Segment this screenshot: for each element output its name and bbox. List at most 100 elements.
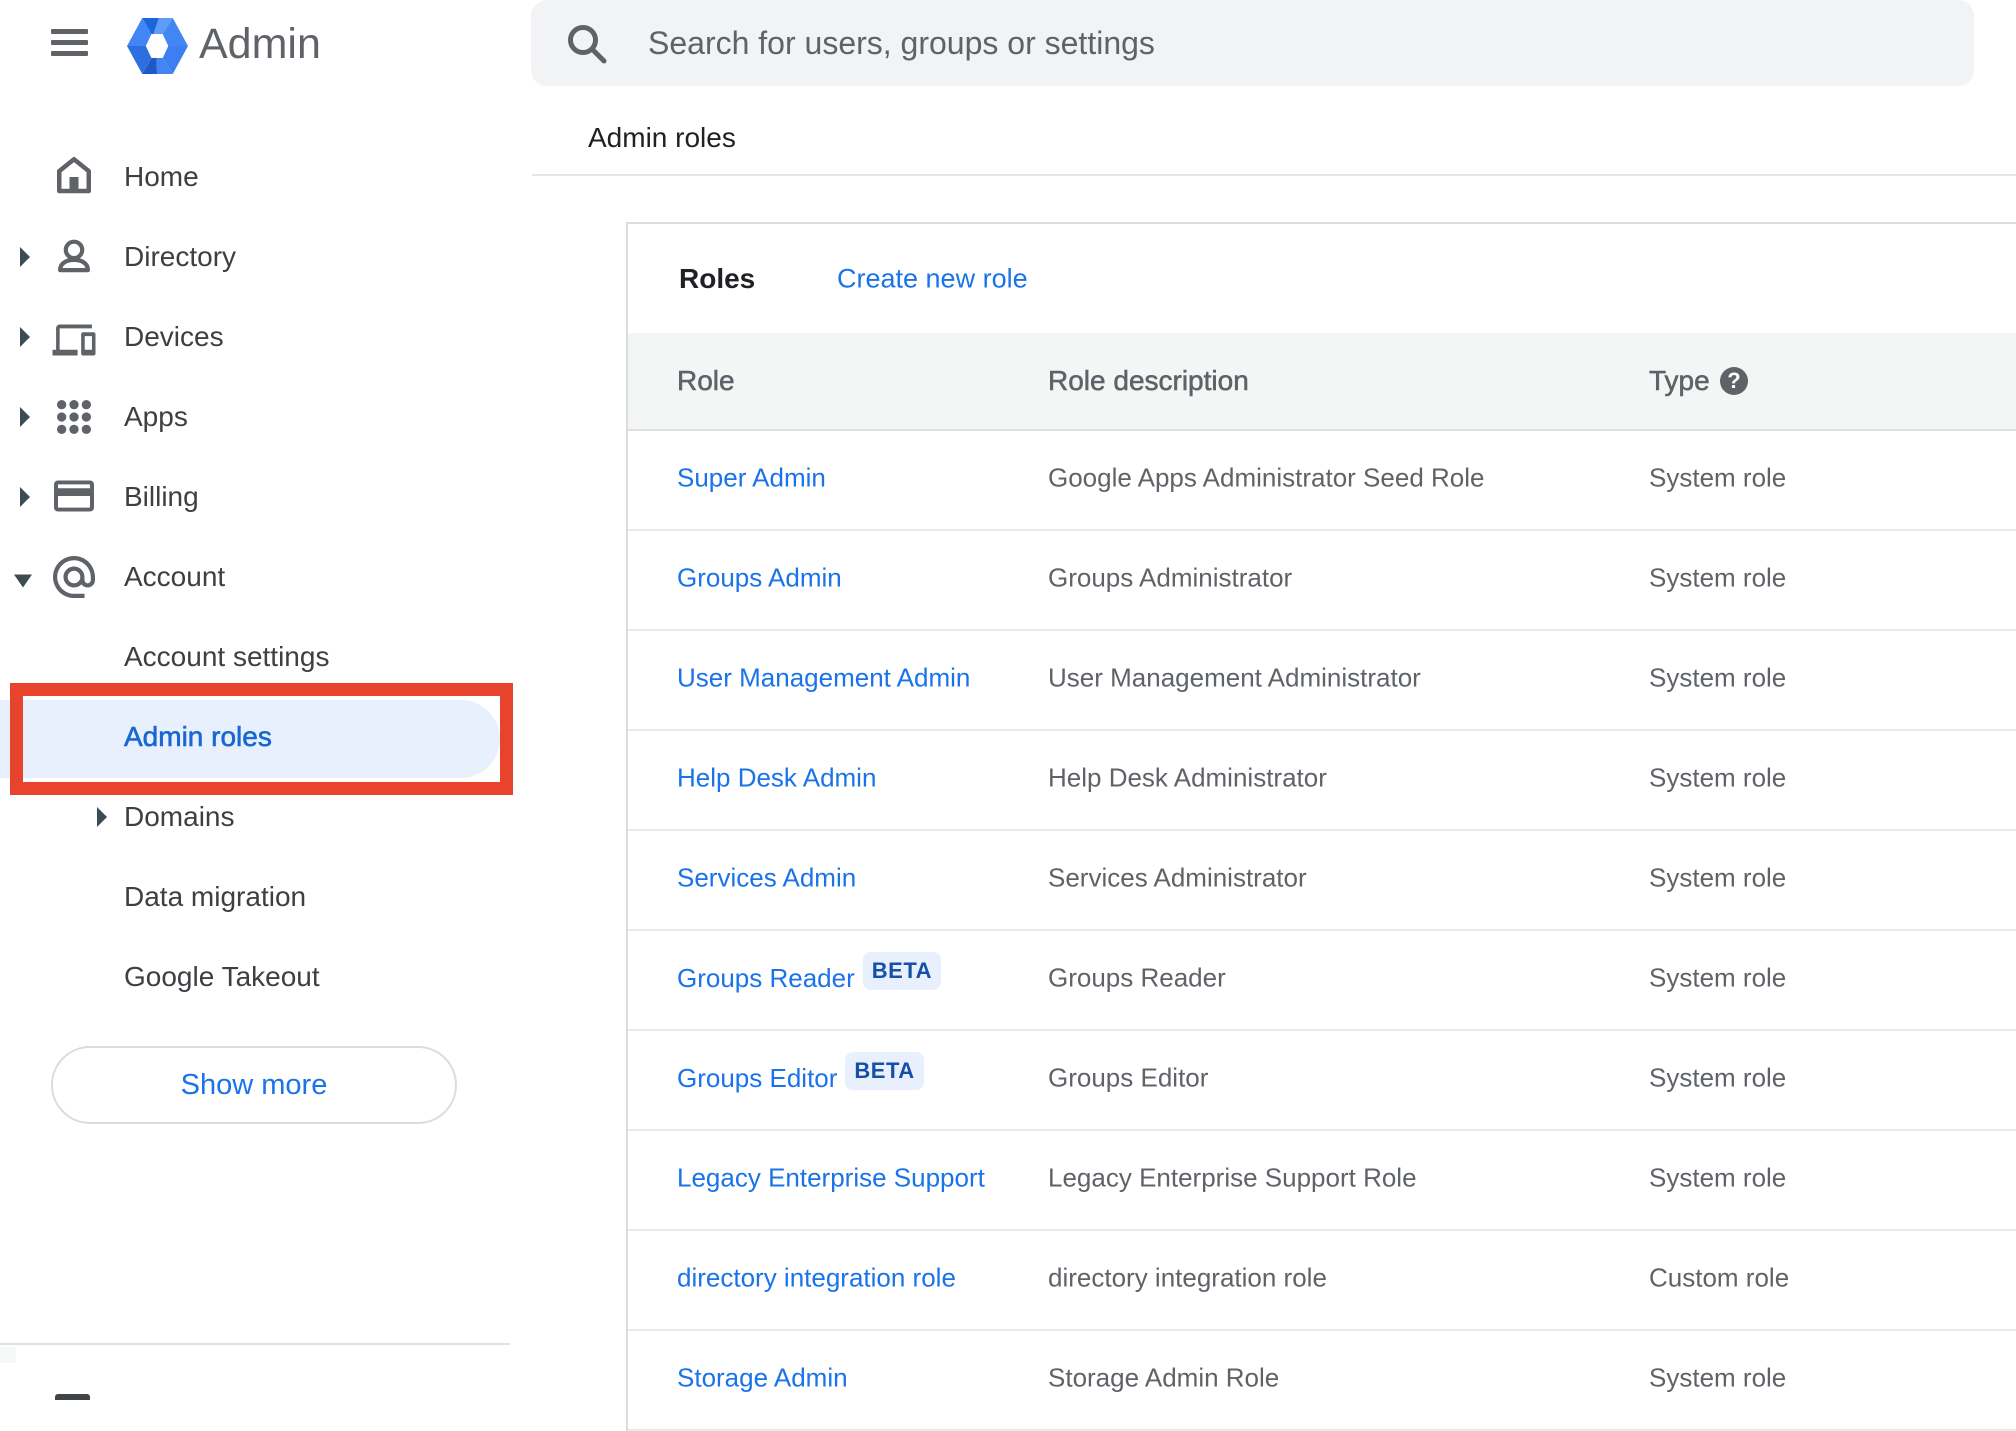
- sidebar-item-label: Devices: [124, 321, 224, 352]
- sidebar-item-directory[interactable]: Directory: [0, 217, 510, 297]
- sidebar-item-label: Account settings: [124, 641, 330, 672]
- sidebar-item-label: Data migration: [124, 881, 307, 912]
- role-link[interactable]: Groups Admin: [677, 563, 842, 594]
- expand-right-icon: [20, 407, 30, 427]
- role-cell: Groups Reader BETA: [677, 952, 942, 997]
- role-description-cell: Help Desk Administrator: [1048, 762, 1327, 793]
- sidebar-item-label: Google Takeout: [124, 961, 320, 992]
- role-type-cell: System role: [1649, 1362, 1787, 1393]
- sidebar-item-apps[interactable]: Apps: [0, 377, 510, 457]
- roles-card-header: Roles Create new role: [628, 224, 2016, 333]
- sidebar-divider: [0, 1343, 510, 1345]
- sidebar-item-home[interactable]: Home: [0, 137, 510, 217]
- roles-card-title: Roles: [679, 262, 756, 294]
- sidebar-item-devices[interactable]: Devices: [0, 297, 510, 377]
- roles-card: Roles Create new role Role Role descript…: [626, 222, 2016, 1431]
- sidebar-item-google-takeout[interactable]: Google Takeout: [0, 937, 510, 1017]
- sidebar-item-label: Billing: [124, 481, 199, 512]
- sidebar-item-data-migration[interactable]: Data migration: [0, 857, 510, 937]
- role-description-cell: Services Administrator: [1048, 862, 1307, 893]
- annotation-box: [10, 683, 513, 795]
- hamburger-menu-icon[interactable]: [51, 29, 88, 56]
- expand-right-icon: [20, 327, 30, 347]
- table-row: Legacy Enterprise Support Legacy Enterpr…: [628, 1131, 2016, 1231]
- role-type-cell: Custom role: [1649, 1262, 1790, 1293]
- help-icon[interactable]: ?: [1720, 367, 1748, 395]
- sidebar-item-label: Apps: [124, 401, 188, 432]
- role-type-cell: System role: [1649, 862, 1787, 893]
- expand-right-icon: [97, 807, 107, 827]
- role-description-cell: Google Apps Administrator Seed Role: [1048, 462, 1485, 493]
- role-link[interactable]: Groups Editor: [677, 1063, 837, 1094]
- sidebar: Home Directory Devices Apps Billing Acco…: [0, 0, 513, 1400]
- search-placeholder: Search for users, groups or settings: [648, 24, 1155, 61]
- column-header-role[interactable]: Role: [677, 333, 735, 429]
- role-description-cell: Groups Editor: [1048, 1062, 1209, 1093]
- table-header-row: Role Role description Type ?: [628, 333, 2016, 431]
- search-bar[interactable]: Search for users, groups or settings: [531, 0, 1974, 86]
- table-row: directory integration role directory int…: [628, 1231, 2016, 1331]
- role-cell: Help Desk Admin: [677, 763, 876, 794]
- beta-badge: BETA: [862, 952, 942, 990]
- role-type-cell: System role: [1649, 662, 1787, 693]
- apps-icon: [57, 400, 91, 434]
- role-cell: Groups Admin: [677, 563, 842, 594]
- role-link[interactable]: Help Desk Admin: [677, 763, 876, 794]
- role-link[interactable]: Storage Admin: [677, 1363, 848, 1394]
- table-row: Groups Editor BETA Groups Editor System …: [628, 1031, 2016, 1131]
- billing-icon: [54, 480, 94, 513]
- sidebar-item-label: Directory: [124, 241, 237, 272]
- sidebar-item-account[interactable]: Account: [0, 537, 510, 617]
- sidebar-item-label: Home: [124, 161, 199, 192]
- at-icon: [53, 556, 95, 598]
- expand-right-icon: [20, 247, 30, 267]
- expand-right-icon: [20, 487, 30, 507]
- show-more-button[interactable]: Show more: [51, 1046, 457, 1124]
- role-cell: Storage Admin: [677, 1363, 848, 1394]
- table-row: Groups Admin Groups Administrator System…: [628, 531, 2016, 631]
- roles-table-body: Super Admin Google Apps Administrator Se…: [628, 431, 2016, 1431]
- role-type-cell: System role: [1649, 1162, 1787, 1193]
- role-cell: Services Admin: [677, 863, 856, 894]
- role-cell: Groups Editor BETA: [677, 1052, 924, 1097]
- sidebar-item-billing[interactable]: Billing: [0, 457, 510, 537]
- role-cell: directory integration role: [677, 1263, 956, 1294]
- role-type-cell: System role: [1649, 462, 1787, 493]
- role-type-cell: System role: [1649, 962, 1787, 993]
- column-header-role-description[interactable]: Role description: [1048, 333, 1249, 429]
- role-description-cell: directory integration role: [1048, 1262, 1327, 1293]
- beta-badge: BETA: [845, 1052, 924, 1090]
- page-title: Admin roles: [588, 122, 736, 153]
- column-header-type[interactable]: Type: [1649, 333, 1710, 429]
- role-description-cell: Legacy Enterprise Support Role: [1048, 1162, 1417, 1193]
- sidebar-item-label: Domains: [124, 801, 235, 832]
- search-icon: [560, 17, 610, 72]
- scrollbar-corner: [0, 1347, 16, 1363]
- bottom-edge-icon: [55, 1394, 90, 1400]
- home-icon: [57, 156, 91, 196]
- role-description-cell: Groups Reader: [1048, 962, 1226, 993]
- sidebar-item-label: Account: [124, 561, 226, 592]
- table-row: Groups Reader BETA Groups Reader System …: [628, 931, 2016, 1031]
- collapse-down-icon: [14, 574, 32, 588]
- table-row: Services Admin Services Administrator Sy…: [628, 831, 2016, 931]
- role-link[interactable]: directory integration role: [677, 1263, 956, 1294]
- role-description-cell: User Management Administrator: [1048, 662, 1421, 693]
- role-description-cell: Storage Admin Role: [1048, 1362, 1280, 1393]
- app-title: Admin: [199, 20, 321, 68]
- table-row: Help Desk Admin Help Desk Administrator …: [628, 731, 2016, 831]
- role-type-cell: System role: [1649, 1062, 1787, 1093]
- role-cell: Legacy Enterprise Support: [677, 1163, 985, 1194]
- role-type-cell: System role: [1649, 562, 1787, 593]
- role-link[interactable]: Groups Reader: [677, 963, 855, 994]
- role-cell: User Management Admin: [677, 663, 970, 694]
- role-link[interactable]: User Management Admin: [677, 663, 970, 694]
- table-row: Storage Admin Storage Admin Role System …: [628, 1331, 2016, 1431]
- role-link[interactable]: Services Admin: [677, 863, 856, 894]
- create-new-role-link[interactable]: Create new role: [837, 263, 1028, 294]
- role-link[interactable]: Super Admin: [677, 463, 826, 494]
- google-admin-logo-icon: [127, 18, 188, 79]
- role-link[interactable]: Legacy Enterprise Support: [677, 1163, 985, 1194]
- title-divider: [532, 174, 2016, 176]
- role-description-cell: Groups Administrator: [1048, 562, 1293, 593]
